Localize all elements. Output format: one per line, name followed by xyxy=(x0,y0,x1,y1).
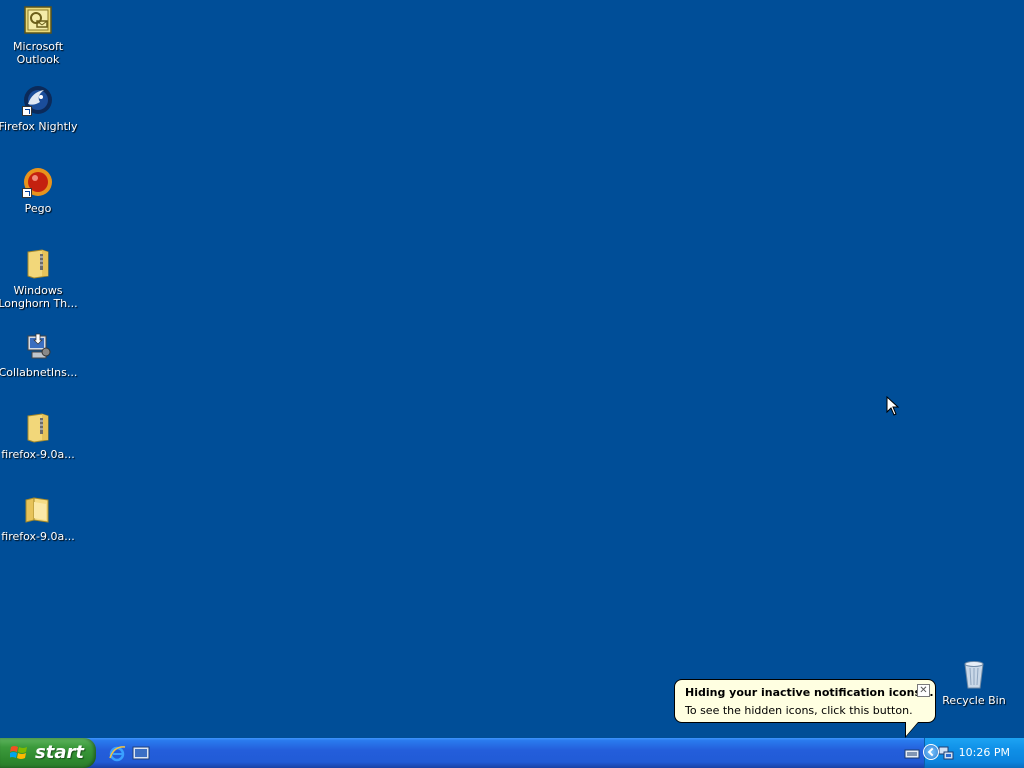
desktop-icon-windows-longhorn[interactable]: Windows Longhorn Th... xyxy=(0,248,78,310)
pego-icon xyxy=(22,166,54,198)
clock[interactable]: 10:26 PM xyxy=(959,746,1010,759)
balloon-tail-inner xyxy=(906,722,918,736)
folder-icon xyxy=(22,494,54,526)
shortcut-arrow-icon xyxy=(22,106,32,116)
desktop-icon-label: Windows Longhorn Th... xyxy=(0,284,78,310)
network-icon[interactable] xyxy=(938,745,954,761)
desktop-icon-label: Recycle Bin xyxy=(942,694,1006,707)
start-button[interactable]: start xyxy=(0,738,96,768)
balloon-text: To see the hidden icons, click this butt… xyxy=(685,704,913,717)
desktop-icon-recycle-bin[interactable]: Recycle Bin xyxy=(934,658,1014,707)
show-hidden-icons-button[interactable] xyxy=(923,744,939,760)
show-desktop-icon[interactable] xyxy=(132,744,150,762)
recycle-bin-icon xyxy=(958,658,990,690)
desktop-icon-collabnet-installer[interactable]: CollabnetIns... xyxy=(0,330,78,379)
desktop-icon-firefox-folder[interactable]: firefox-9.0a... xyxy=(0,494,78,543)
desktop-icon-label: CollabnetIns... xyxy=(0,366,78,379)
internet-explorer-icon[interactable] xyxy=(108,744,126,762)
desktop-icon-firefox-zip[interactable]: firefox-9.0a... xyxy=(0,412,78,461)
shortcut-arrow-icon xyxy=(22,188,32,198)
outlook-icon xyxy=(22,4,54,36)
installer-icon xyxy=(22,330,54,362)
mouse-cursor-icon xyxy=(886,396,900,416)
firefox-nightly-icon xyxy=(22,84,54,116)
keyboard-icon[interactable] xyxy=(904,745,920,761)
windows-logo-icon xyxy=(10,746,27,759)
desktop: Microsoft Outlook Firefox Nightly Pego W… xyxy=(0,0,1024,738)
zip-folder-icon xyxy=(22,412,54,444)
desktop-icon-microsoft-outlook[interactable]: Microsoft Outlook xyxy=(0,4,78,66)
start-label: start xyxy=(35,742,84,763)
desktop-icon-label: firefox-9.0a... xyxy=(1,530,75,543)
balloon-title: Hiding your inactive notification icons.… xyxy=(685,686,934,699)
zip-folder-icon xyxy=(22,248,54,280)
desktop-icon-label: Firefox Nightly xyxy=(0,120,78,133)
system-tray: 10:26 PM xyxy=(924,738,1024,768)
notification-balloon: Hiding your inactive notification icons.… xyxy=(674,679,936,738)
desktop-icon-firefox-nightly[interactable]: Firefox Nightly xyxy=(0,84,78,133)
desktop-icon-pego[interactable]: Pego xyxy=(0,166,78,215)
balloon-close-button[interactable]: ✕ xyxy=(917,684,930,697)
desktop-icon-label: firefox-9.0a... xyxy=(1,448,75,461)
taskbar: start 10:26 PM xyxy=(0,738,1024,768)
desktop-icon-label: Microsoft Outlook xyxy=(12,40,64,66)
desktop-icon-label: Pego xyxy=(24,202,52,215)
